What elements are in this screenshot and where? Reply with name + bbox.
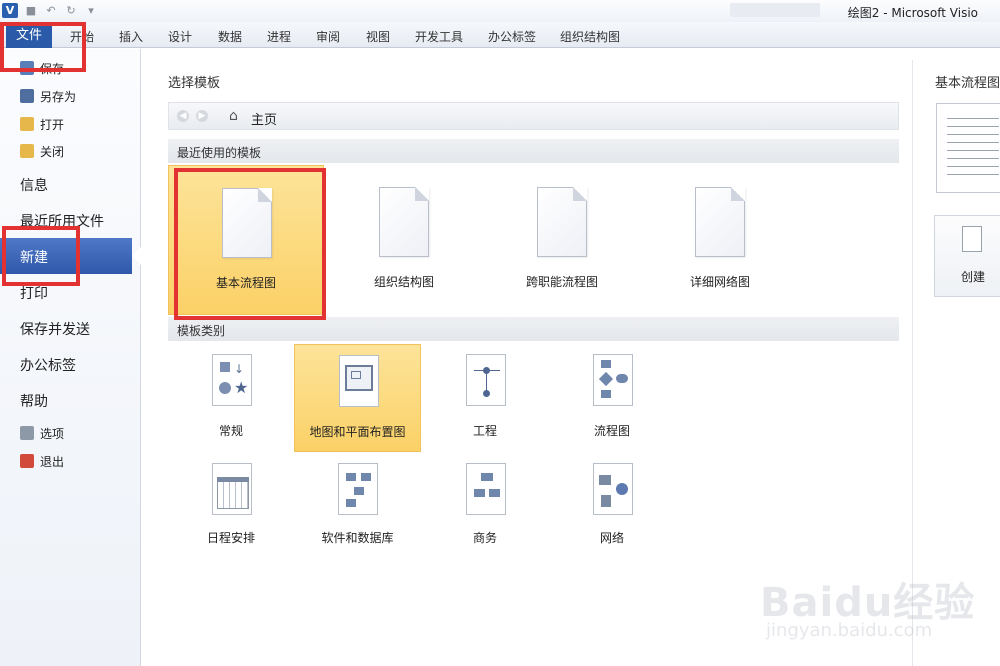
flowchart-icon xyxy=(589,352,637,410)
template-detailed-network[interactable]: 详细网络图 xyxy=(642,165,798,315)
network-icon xyxy=(589,461,637,519)
open-folder-icon xyxy=(20,117,34,131)
tab-developer[interactable]: 开发工具 xyxy=(415,28,463,45)
category-label: 常规 xyxy=(218,424,243,438)
template-cross-functional-flowchart[interactable]: 跨职能流程图 xyxy=(484,165,640,315)
redo-icon[interactable]: ↻ xyxy=(64,4,78,18)
category-general[interactable]: ↓ ★ 常规 xyxy=(168,344,294,452)
engineering-icon xyxy=(462,352,510,410)
options-icon xyxy=(20,426,34,440)
tab-view[interactable]: 视图 xyxy=(366,28,390,45)
selected-indicator-arrow xyxy=(132,246,142,266)
category-maps-floor-plans[interactable]: 地图和平面布置图 xyxy=(294,344,421,452)
software-database-icon xyxy=(334,461,382,519)
preview-title: 基本流程图 xyxy=(935,76,1000,91)
create-button[interactable]: 创建 xyxy=(934,215,1000,297)
template-preview xyxy=(936,103,1000,193)
home-icon[interactable]: ⌂ xyxy=(229,108,238,124)
forward-arrow-icon[interactable]: ▶ xyxy=(196,110,208,122)
tab-org-chart[interactable]: 组织结构图 xyxy=(560,28,620,45)
breadcrumb-home[interactable]: 主页 xyxy=(251,109,277,128)
blank-page-icon xyxy=(695,187,745,257)
general-shapes-icon: ↓ ★ xyxy=(208,352,256,410)
category-label: 流程图 xyxy=(593,424,630,438)
calendar-icon xyxy=(208,461,256,519)
category-label: 日程安排 xyxy=(206,531,255,545)
nav-print[interactable]: 打印 xyxy=(20,283,48,303)
breadcrumb: ◀ ▶ ⌂ 主页 xyxy=(168,102,899,130)
save-icon[interactable]: ■ xyxy=(24,4,38,18)
category-label: 商务 xyxy=(472,531,497,545)
template-label: 组织结构图 xyxy=(373,275,434,289)
window-title: 绘图2 - Microsoft Visio xyxy=(847,6,978,20)
category-software-database[interactable]: 软件和数据库 xyxy=(294,455,421,555)
nav-open[interactable]: 打开 xyxy=(20,115,64,133)
nav-exit[interactable]: 退出 xyxy=(20,452,64,470)
save-as-icon xyxy=(20,89,34,103)
highlight-new xyxy=(2,226,80,286)
category-schedule[interactable]: 日程安排 xyxy=(168,455,294,555)
nav-save-and-send[interactable]: 保存并发送 xyxy=(20,319,90,339)
create-button-label: 创建 xyxy=(961,270,986,284)
template-categories-header: 模板类别 xyxy=(168,317,899,341)
tab-process[interactable]: 进程 xyxy=(267,28,291,45)
tab-office-tab[interactable]: 办公标签 xyxy=(488,28,536,45)
category-network[interactable]: 网络 xyxy=(549,455,675,555)
category-flowchart[interactable]: 流程图 xyxy=(549,344,675,452)
tab-data[interactable]: 数据 xyxy=(218,28,242,45)
category-label: 软件和数据库 xyxy=(321,531,394,545)
nav-close[interactable]: 关闭 xyxy=(20,142,64,160)
nav-save-as[interactable]: 另存为 xyxy=(20,87,76,105)
new-document-icon xyxy=(962,226,982,252)
tab-review[interactable]: 审阅 xyxy=(316,28,340,45)
backstage-nav: 保存 另存为 打开 关闭 信息 最近所用文件 打印 保存并发送 办公标签 帮助 … xyxy=(0,49,141,666)
category-engineering[interactable]: 工程 xyxy=(422,344,548,452)
nav-close-label: 关闭 xyxy=(40,144,65,159)
nav-help[interactable]: 帮助 xyxy=(20,391,48,411)
nav-exit-label: 退出 xyxy=(40,454,65,469)
template-org-chart[interactable]: 组织结构图 xyxy=(326,165,482,315)
exit-icon xyxy=(20,454,34,468)
nav-options[interactable]: 选项 xyxy=(20,424,64,442)
visio-app-icon[interactable]: V xyxy=(2,3,18,18)
category-label: 工程 xyxy=(472,424,497,438)
business-org-icon xyxy=(462,461,510,519)
customize-toolbar-icon[interactable]: ▾ xyxy=(84,4,98,18)
nav-save-as-label: 另存为 xyxy=(40,89,77,104)
title-bar-faint-area xyxy=(730,3,820,17)
page-title: 选择模板 xyxy=(168,76,221,91)
close-folder-icon xyxy=(20,144,34,158)
ribbon-tab-bar: 开始 插入 设计 数据 进程 审阅 视图 开发工具 办公标签 组织结构图 xyxy=(0,22,1000,48)
category-label: 地图和平面布置图 xyxy=(309,425,406,439)
tab-insert[interactable]: 插入 xyxy=(119,28,143,45)
blank-page-icon xyxy=(537,187,587,257)
nav-open-label: 打开 xyxy=(40,117,65,132)
watermark-url: jingyan.baidu.com xyxy=(766,620,933,641)
template-label: 详细网络图 xyxy=(689,275,750,289)
title-bar: V ■ ↶ ↻ ▾ 绘图2 - Microsoft Visio xyxy=(0,0,1000,22)
recent-templates-header: 最近使用的模板 xyxy=(168,139,899,163)
nav-info[interactable]: 信息 xyxy=(20,175,48,195)
floor-plan-icon xyxy=(335,353,383,411)
tab-design[interactable]: 设计 xyxy=(168,28,192,45)
undo-icon[interactable]: ↶ xyxy=(44,4,58,18)
nav-office-tab[interactable]: 办公标签 xyxy=(20,355,76,375)
template-label: 跨职能流程图 xyxy=(525,275,598,289)
blank-page-icon xyxy=(379,187,429,257)
category-business[interactable]: 商务 xyxy=(422,455,548,555)
nav-options-label: 选项 xyxy=(40,426,65,441)
category-label: 网络 xyxy=(599,531,624,545)
quick-access-toolbar: ■ ↶ ↻ ▾ xyxy=(24,4,98,18)
highlight-file-tab xyxy=(0,22,86,72)
back-arrow-icon[interactable]: ◀ xyxy=(177,110,189,122)
highlight-basic-flowchart xyxy=(174,168,326,320)
